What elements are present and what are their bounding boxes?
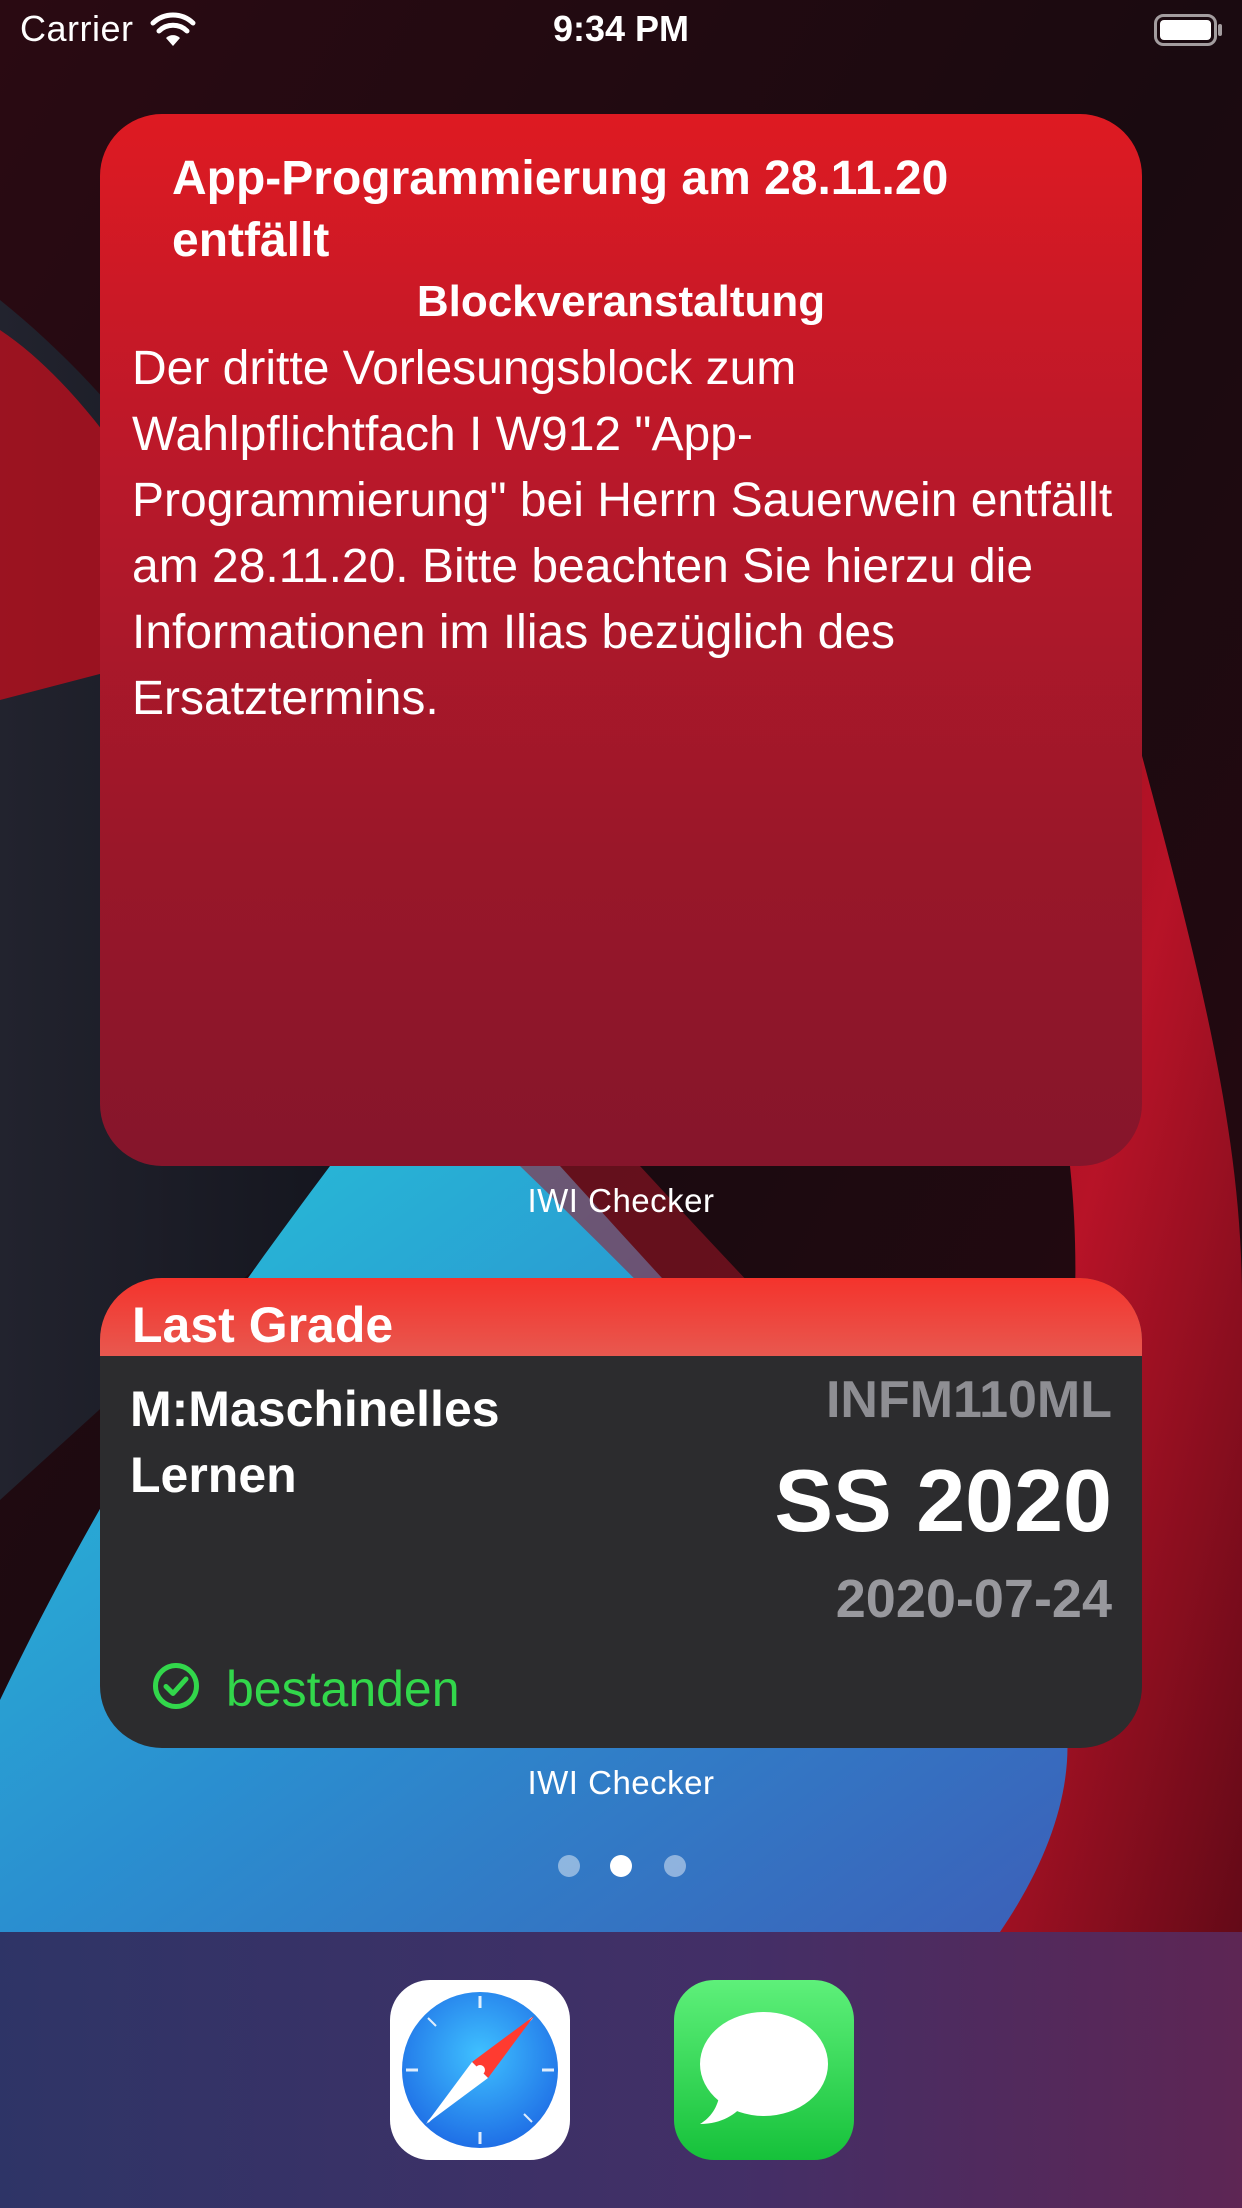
page-dot-1[interactable]: [558, 1855, 580, 1877]
course-name: M:Maschinelles Lernen: [130, 1381, 500, 1503]
home-screen: Carrier 9:34 PM App-Programmierung am 28…: [0, 0, 1242, 2208]
grade-status-text: bestanden: [226, 1661, 460, 1717]
course-code: INFM110ML: [825, 1371, 1112, 1429]
news-widget[interactable]: App-Programmierung am 28.11.20 entfällt …: [100, 114, 1142, 1166]
speech-bubble-icon: [674, 1980, 854, 2160]
last-grade-widget[interactable]: Last Grade M:Maschinelles Lernen INFM110…: [100, 1278, 1142, 1748]
news-title: App-Programmierung am 28.11.20 entfällt: [172, 152, 949, 267]
grade-header: Last Grade: [100, 1278, 1142, 1356]
grade-date: 2020-07-24: [835, 1569, 1112, 1629]
page-indicator[interactable]: [0, 1855, 1242, 1879]
page-dot-3[interactable]: [664, 1855, 686, 1877]
dock: [0, 1932, 1242, 2208]
news-category: Blockveranstaltung: [416, 277, 826, 326]
clock: 9:34 PM: [552, 8, 690, 49]
checkmark-circle-icon: [153, 1663, 199, 1709]
safari-app-icon[interactable]: [390, 1980, 570, 2160]
messages-app-icon[interactable]: [674, 1980, 854, 2160]
compass-icon: [390, 1980, 570, 2160]
grade-widget-caption: IWI Checker: [527, 1764, 715, 1801]
semester: SS 2020: [774, 1451, 1112, 1550]
battery-icon: [1154, 14, 1222, 46]
status-bar: Carrier 9:34 PM: [0, 0, 1242, 62]
news-body: Der dritte Vorlesungsblock zum Wahlpflic…: [132, 342, 1113, 725]
grade-header-label: Last Grade: [132, 1297, 394, 1353]
news-widget-caption: IWI Checker: [527, 1182, 715, 1219]
page-dot-2[interactable]: [610, 1855, 632, 1877]
